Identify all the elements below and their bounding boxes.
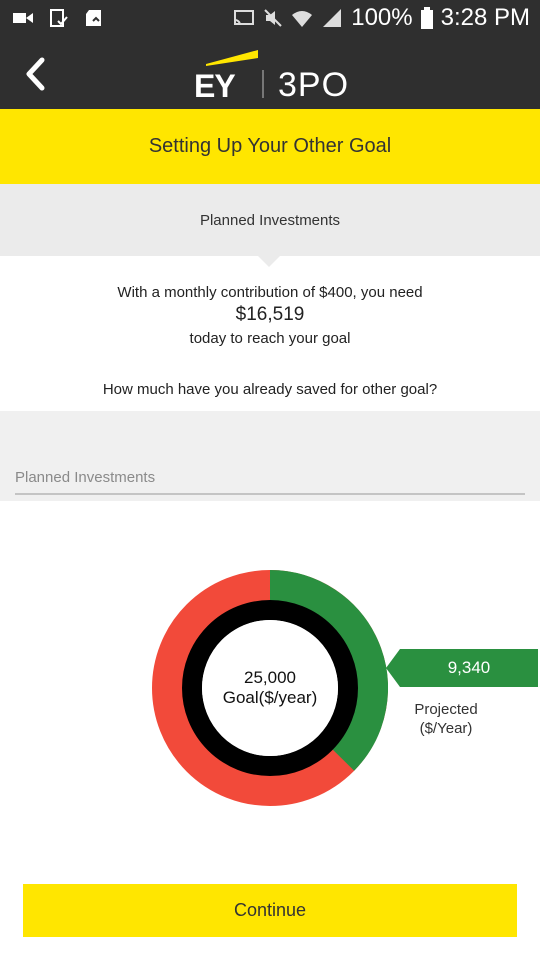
required-amount: $16,519 — [235, 304, 305, 325]
contribution-message: With a monthly contribution of $400, you… — [117, 284, 423, 301]
ey-3po-logo: EY 3PO — [192, 46, 362, 104]
logo-3po-text: 3PO — [278, 66, 350, 104]
section-header: Planned Investments — [0, 184, 540, 256]
video-icon — [12, 8, 34, 28]
battery-percent: 100% — [351, 4, 413, 31]
sd-card-icon — [84, 8, 106, 28]
logo-divider — [262, 70, 264, 98]
goal-center-label: 25,000 Goal($/year) — [152, 668, 388, 708]
signal-icon — [321, 8, 343, 28]
clock-time: 3:28 PM — [440, 4, 530, 31]
projected-value: 9,340 — [400, 649, 538, 687]
battery-icon — [420, 7, 433, 29]
page-title: Setting Up Your Other Goal — [0, 109, 540, 184]
continue-button[interactable]: Continue — [23, 884, 517, 937]
mute-icon — [263, 8, 283, 28]
chevron-left-icon — [20, 57, 54, 98]
projected-tag: 9,340 — [386, 649, 538, 687]
wifi-icon — [291, 8, 313, 28]
goal-label: Goal($/year) — [222, 688, 318, 707]
planned-investments-input[interactable] — [15, 461, 525, 495]
cast-icon — [233, 9, 255, 27]
back-button[interactable] — [20, 54, 54, 94]
savings-question: How much have you already saved for othe… — [102, 381, 438, 398]
projected-label-line2: ($/Year) — [419, 720, 473, 737]
goal-message: today to reach your goal — [189, 330, 351, 347]
logo-ey-text: EY — [194, 68, 236, 104]
projected-label: Projected ($/Year) — [396, 700, 496, 738]
input-section — [0, 411, 540, 501]
projected-tag-pointer — [386, 649, 400, 687]
app-bar: EY 3PO — [0, 38, 540, 109]
logo-beam-icon — [206, 50, 258, 66]
goal-value: 25,000 — [244, 668, 296, 687]
status-bar: 100% 3:28 PM — [0, 0, 540, 38]
projected-label-line1: Projected — [414, 701, 478, 718]
tablet-check-icon — [48, 8, 70, 28]
section-header-pointer — [258, 256, 280, 267]
